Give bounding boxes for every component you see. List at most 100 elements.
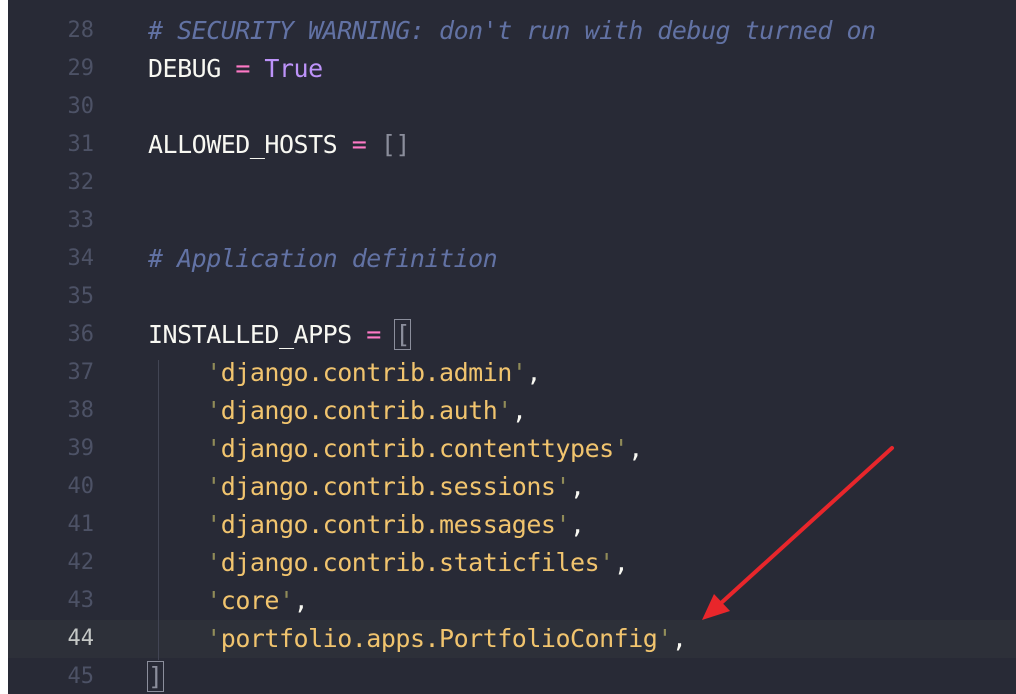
code-editor[interactable]: 28 # SECURITY WARNING: don't run with deb…	[8, 0, 1016, 694]
line-code: 'django.contrib.sessions',	[148, 468, 585, 506]
line-number: 36	[67, 322, 95, 347]
line-number: 29	[67, 56, 95, 81]
line-number: 41	[67, 512, 95, 537]
code-token: django.contrib.contenttypes	[220, 434, 614, 463]
line-number: 37	[67, 360, 95, 385]
code-token: '	[497, 396, 512, 425]
line-code: 'django.contrib.staticfiles',	[148, 544, 629, 582]
code-token: # SECURITY WARNING: don't run with debug…	[148, 16, 876, 45]
code-token: '	[555, 510, 571, 539]
code-token: =	[351, 320, 396, 349]
code-token: django.contrib.staticfiles	[220, 548, 600, 577]
code-token: ,	[570, 472, 585, 501]
line-code: # Application definition	[148, 240, 498, 278]
line-code: 'core',	[148, 582, 308, 620]
code-token: ,	[613, 548, 629, 577]
line-code: # SECURITY WARNING: don't run with debug…	[148, 12, 876, 50]
code-token: '	[206, 586, 221, 615]
line-number: 34	[67, 246, 95, 271]
code-line[interactable]: 39 'django.contrib.contenttypes',	[8, 430, 1016, 468]
line-code: 'django.contrib.admin',	[148, 354, 541, 392]
code-token: django.contrib.admin	[220, 358, 513, 387]
code-line[interactable]: 32	[8, 164, 1016, 202]
code-token: DEBUG	[148, 54, 221, 83]
line-number: 39	[67, 436, 95, 461]
code-line[interactable]: 35	[8, 278, 1016, 316]
code-token: ,	[293, 586, 309, 615]
line-number: 31	[67, 132, 95, 157]
code-line[interactable]: 40 'django.contrib.sessions',	[8, 468, 1016, 506]
code-token: ,	[526, 358, 541, 387]
code-token: django.contrib.sessions	[220, 472, 556, 501]
code-token: INSTALLED_APPS	[148, 320, 352, 349]
code-line[interactable]: 44 'portfolio.apps.PortfolioConfig',	[8, 620, 1016, 658]
code-token: True	[264, 54, 323, 83]
code-token: django.contrib.auth	[220, 396, 498, 425]
line-number: 28	[67, 18, 95, 43]
line-code: 'django.contrib.auth',	[148, 392, 527, 430]
code-token: '	[206, 472, 221, 501]
code-line[interactable]: 41 'django.contrib.messages',	[8, 506, 1016, 544]
code-token: '	[206, 358, 221, 387]
code-token: [	[394, 319, 411, 350]
code-token: '	[206, 510, 221, 539]
line-number: 40	[67, 474, 95, 499]
code-token: '	[599, 548, 614, 577]
code-token: '	[279, 586, 294, 615]
code-token: =	[337, 130, 381, 159]
code-token: django.contrib.messages	[220, 510, 556, 539]
code-token: core	[220, 586, 280, 615]
line-code: ]	[147, 658, 164, 694]
code-token: '	[657, 624, 672, 653]
line-number: 44	[67, 626, 95, 651]
code-line[interactable]: 42 'django.contrib.staticfiles',	[8, 544, 1016, 582]
code-line[interactable]: 28 # SECURITY WARNING: don't run with deb…	[8, 12, 1016, 50]
code-token: ,	[511, 396, 527, 425]
code-token: ,	[570, 510, 585, 539]
line-number: 33	[67, 208, 95, 233]
line-code: INSTALLED_APPS = [	[148, 316, 411, 354]
code-token: '	[511, 358, 527, 387]
line-code: 'portfolio.apps.PortfolioConfig',	[148, 620, 687, 658]
line-code: 'django.contrib.messages',	[148, 506, 585, 544]
code-token: '	[206, 548, 221, 577]
code-token: '	[555, 472, 571, 501]
code-token: '	[206, 624, 221, 653]
code-token: '	[206, 434, 221, 463]
code-token: # Application definition	[148, 244, 498, 273]
code-line[interactable]: 34 # Application definition	[8, 240, 1016, 278]
code-line[interactable]: 30	[8, 88, 1016, 126]
line-number: 32	[67, 170, 95, 195]
indent-guide	[158, 360, 159, 660]
code-line[interactable]: 38 'django.contrib.auth',	[8, 392, 1016, 430]
code-token: ALLOWED_HOSTS	[148, 130, 338, 159]
line-number: 30	[67, 94, 95, 119]
code-line[interactable]: 31 ALLOWED_HOSTS = []	[8, 126, 1016, 164]
code-line[interactable]: 37 'django.contrib.admin',	[8, 354, 1016, 392]
code-token: portfolio.apps.PortfolioConfig	[220, 624, 658, 653]
code-line[interactable]: 33	[8, 202, 1016, 240]
line-code: DEBUG = True	[148, 50, 323, 88]
line-number: 38	[67, 398, 95, 423]
code-token: ]	[147, 661, 164, 692]
line-code: ALLOWED_HOSTS = []	[148, 126, 410, 164]
code-line[interactable]: 29 DEBUG = True	[8, 50, 1016, 88]
code-token: '	[206, 396, 221, 425]
code-token: =	[220, 54, 265, 83]
code-token: ,	[628, 434, 643, 463]
line-code: 'django.contrib.contenttypes',	[148, 430, 643, 468]
code-line[interactable]: 43 'core',	[8, 582, 1016, 620]
line-number: 42	[67, 550, 95, 575]
line-number: 43	[67, 588, 95, 613]
code-token: ,	[671, 624, 687, 653]
code-line[interactable]: 36 INSTALLED_APPS = [	[8, 316, 1016, 354]
code-line[interactable]: 45]	[8, 658, 1016, 694]
